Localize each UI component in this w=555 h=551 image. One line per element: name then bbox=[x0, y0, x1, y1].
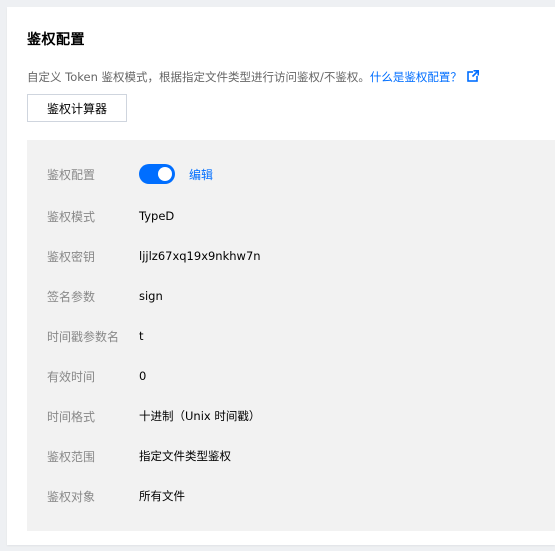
help-link-text: 什么是鉴权配置？ bbox=[369, 70, 462, 84]
help-link[interactable]: 什么是鉴权配置？ bbox=[370, 70, 479, 84]
config-label: 鉴权范围 bbox=[47, 449, 96, 464]
description-text: 自定义 Token 鉴权模式，根据指定文件类型进行访问鉴权/不鉴权。 bbox=[27, 70, 370, 84]
config-value: TypeD bbox=[139, 209, 175, 223]
config-label: 鉴权配置 bbox=[47, 167, 96, 182]
auth-config-card: 鉴权配置 自定义 Token 鉴权模式，根据指定文件类型进行访问鉴权/不鉴权。什… bbox=[7, 7, 555, 545]
config-label: 时间戳参数名 bbox=[47, 329, 120, 344]
config-row-time-format: 时间格式 十进制（Unix 时间戳） bbox=[47, 406, 260, 426]
external-link-icon bbox=[467, 70, 479, 82]
config-row-auth-scope: 鉴权范围 指定文件类型鉴权 bbox=[47, 446, 231, 466]
config-value: 指定文件类型鉴权 bbox=[139, 449, 231, 463]
config-value: 0 bbox=[139, 369, 147, 383]
config-row-auth-toggle: 鉴权配置 编辑 bbox=[47, 164, 213, 184]
config-row-auth-target: 鉴权对象 所有文件 bbox=[47, 486, 185, 506]
config-label: 鉴权对象 bbox=[47, 489, 96, 504]
config-value: sign bbox=[139, 289, 163, 303]
auth-toggle-switch[interactable] bbox=[139, 164, 175, 184]
toggle-knob bbox=[158, 167, 172, 181]
config-value: 十进制（Unix 时间戳） bbox=[139, 409, 261, 423]
auth-config-panel: 鉴权配置 编辑 鉴权模式 TypeD 鉴权密钥 ljjlz67xq19x9nkh… bbox=[27, 140, 555, 531]
config-value: t bbox=[139, 329, 144, 343]
config-label: 有效时间 bbox=[47, 369, 96, 384]
auth-calculator-button[interactable]: 鉴权计算器 bbox=[27, 94, 127, 122]
config-value: 所有文件 bbox=[139, 489, 185, 503]
config-label: 时间格式 bbox=[47, 409, 96, 424]
config-label: 鉴权模式 bbox=[47, 209, 96, 224]
config-label: 鉴权密钥 bbox=[47, 249, 96, 264]
config-row-auth-key: 鉴权密钥 ljjlz67xq19x9nkhw7n bbox=[47, 246, 261, 266]
section-title: 鉴权配置 bbox=[27, 32, 85, 48]
config-row-timestamp-param: 时间戳参数名 t bbox=[47, 326, 144, 346]
config-row-auth-mode: 鉴权模式 TypeD bbox=[47, 206, 174, 226]
config-label: 签名参数 bbox=[47, 289, 96, 304]
config-row-sign-param: 签名参数 sign bbox=[47, 286, 163, 306]
config-row-valid-time: 有效时间 0 bbox=[47, 366, 146, 386]
config-value: ljjlz67xq19x9nkhw7n bbox=[139, 249, 261, 263]
edit-link[interactable]: 编辑 bbox=[189, 166, 213, 183]
section-description: 自定义 Token 鉴权模式，根据指定文件类型进行访问鉴权/不鉴权。什么是鉴权配… bbox=[27, 69, 479, 85]
